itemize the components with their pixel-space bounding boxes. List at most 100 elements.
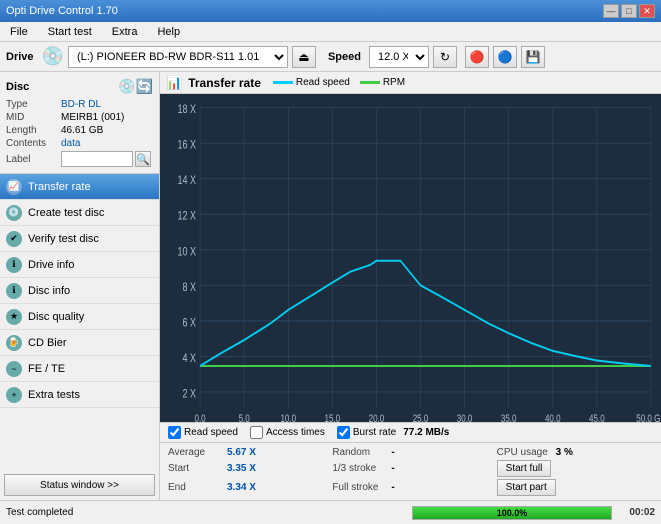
full-stroke-row: Full stroke - [332,479,488,496]
drive-selector[interactable]: (L:) PIONEER BD-RW BDR-S11 1.01 [68,46,288,68]
fe-te-icon: ~ [6,361,22,377]
nav-item-disc-info[interactable]: ℹ Disc info [0,278,159,304]
nav-item-extra-tests[interactable]: + Extra tests [0,382,159,408]
svg-text:40.0: 40.0 [545,413,561,422]
status-text: Test completed [6,507,404,518]
label-key: Label [6,154,61,165]
start-row: Start 3.35 X [168,460,324,477]
length-value: 46.61 GB [61,125,103,136]
minimize-button[interactable]: — [603,4,619,18]
svg-text:20.0: 20.0 [369,413,385,422]
read-speed-checkbox-label: Read speed [184,427,238,438]
nav-item-fe-te[interactable]: ~ FE / TE [0,356,159,382]
sidebar: Disc 💿🔄 Type BD-R DL MID MEIRB1 (001) Le… [0,72,160,500]
drive-label: Drive [6,51,34,63]
speed-label: Speed [328,51,361,63]
maximize-button[interactable]: □ [621,4,637,18]
app-title: Opti Drive Control 1.70 [6,5,118,17]
end-label: End [168,482,223,493]
legend-rpm: RPM [360,77,405,88]
menu-extra[interactable]: Extra [106,24,144,40]
menu-help[interactable]: Help [151,24,186,40]
cpu-label: CPU usage [497,447,552,458]
svg-text:10.0: 10.0 [280,413,296,422]
start-part-button[interactable]: Start part [497,479,556,496]
nav-menu: 📈 Transfer rate 💿 Create test disc ✔ Ver… [0,174,159,470]
extra-tests-icon: + [6,387,22,403]
start-full-row: Start full [497,460,653,477]
nav-item-verify-test-disc[interactable]: ✔ Verify test disc [0,226,159,252]
drive-toolbar: Drive 💿 (L:) PIONEER BD-RW BDR-S11 1.01 … [0,42,661,72]
svg-text:30.0: 30.0 [457,413,473,422]
svg-text:35.0: 35.0 [501,413,517,422]
access-times-checkbox-label: Access times [266,427,325,438]
disc-quality-icon: ★ [6,309,22,325]
nav-label-disc-quality: Disc quality [28,311,84,323]
read-speed-checkbox-group: Read speed [168,426,238,439]
menu-bar: File Start test Extra Help [0,22,661,42]
nav-label-drive-info: Drive info [28,259,74,271]
nav-item-disc-quality[interactable]: ★ Disc quality [0,304,159,330]
chart-legend: Read speed RPM [273,77,405,88]
start-part-row: Start part [497,479,653,496]
close-button[interactable]: ✕ [639,4,655,18]
access-times-checkbox[interactable] [250,426,263,439]
start-full-button[interactable]: Start full [497,460,552,477]
nav-item-drive-info[interactable]: ℹ Drive info [0,252,159,278]
svg-text:45.0: 45.0 [589,413,605,422]
svg-text:14 X: 14 X [178,174,197,188]
access-times-checkbox-group: Access times [250,426,325,439]
svg-text:4 X: 4 X [183,352,197,366]
status-window-button[interactable]: Status window >> [4,474,155,496]
toolbar-btn-1[interactable]: 🔴 [465,46,489,68]
menu-start-test[interactable]: Start test [42,24,98,40]
burst-rate-checkbox[interactable] [337,426,350,439]
drive-info-icon: ℹ [6,257,22,273]
drive-icon: 💿 [42,46,64,67]
svg-text:8 X: 8 X [183,281,197,295]
cd-bier-icon: 🍺 [6,335,22,351]
random-row: Random - [332,447,488,458]
label-input[interactable] [61,151,133,167]
chart-title: Transfer rate [188,76,261,90]
full-stroke-label: Full stroke [332,482,387,493]
label-browse-button[interactable]: 🔍 [135,151,151,167]
chart-area: 18 X 16 X 14 X 12 X 10 X 8 X 6 X 4 X 2 X… [160,94,661,422]
end-row: End 3.34 X [168,479,324,496]
disc-info-icon: ℹ [6,283,22,299]
toolbar-btn-2[interactable]: 🔵 [493,46,517,68]
title-bar: Opti Drive Control 1.70 — □ ✕ [0,0,661,22]
toolbar-btn-3[interactable]: 💾 [521,46,545,68]
nav-item-create-test-disc[interactable]: 💿 Create test disc [0,200,159,226]
speed-selector[interactable]: 12.0 X ↓ [369,46,429,68]
speed-refresh-button[interactable]: ↻ [433,46,457,68]
nav-label-verify-test-disc: Verify test disc [28,233,99,245]
window-controls: — □ ✕ [603,4,655,18]
svg-text:25.0: 25.0 [413,413,429,422]
eject-button[interactable]: ⏏ [292,46,316,68]
nav-item-cd-bier[interactable]: 🍺 CD Bier [0,330,159,356]
status-bar: Test completed 100.0% 00:02 [0,500,661,524]
stroke13-value: - [391,463,394,474]
svg-text:6 X: 6 X [183,316,197,330]
stroke13-row: 1/3 stroke - [332,460,488,477]
start-value: 3.35 X [227,463,256,474]
svg-text:5.0: 5.0 [239,413,250,422]
svg-text:12 X: 12 X [178,209,197,223]
nav-item-transfer-rate[interactable]: 📈 Transfer rate [0,174,159,200]
nav-label-fe-te: FE / TE [28,363,65,375]
contents-value[interactable]: data [61,138,80,149]
svg-text:50.0 GB: 50.0 GB [636,413,661,422]
legend-read-label: Read speed [296,77,350,88]
rpm-color [360,81,380,84]
stats-area: Average 5.67 X Random - CPU usage 3 % St… [160,442,661,500]
svg-text:0.0: 0.0 [195,413,206,422]
read-speed-checkbox[interactable] [168,426,181,439]
type-label: Type [6,99,61,110]
main-layout: Disc 💿🔄 Type BD-R DL MID MEIRB1 (001) Le… [0,72,661,500]
read-speed-color [273,81,293,84]
chart-icon: 📊 [166,75,182,91]
menu-file[interactable]: File [4,24,34,40]
type-value: BD-R DL [61,99,101,110]
length-label: Length [6,125,61,136]
